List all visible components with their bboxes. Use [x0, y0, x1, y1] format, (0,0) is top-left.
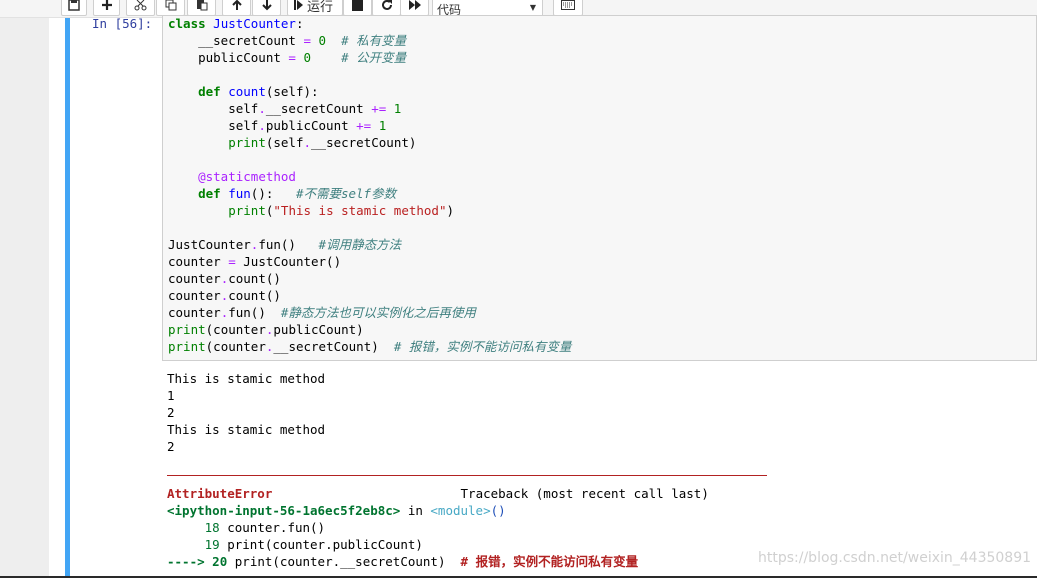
code-line: def count(self):	[198, 84, 319, 99]
traceback-line-code: counter.fun()	[227, 520, 326, 535]
traceback-input-ref: <ipython-input-56-1a6ec5f2eb8c>	[167, 503, 401, 518]
code-line: print(counter.publicCount)	[168, 322, 364, 337]
paste-button[interactable]	[187, 0, 216, 16]
move-up-icon	[231, 0, 242, 10]
code-line: @staticmethod	[198, 169, 296, 184]
interrupt-button[interactable]	[343, 0, 372, 16]
selected-cell-indicator	[65, 18, 70, 578]
stdout-line: This is stamic method	[167, 371, 326, 386]
code-line: __secretCount = 0 # 私有变量	[168, 33, 407, 48]
paste-icon	[196, 0, 207, 11]
traceback-module: <module>	[430, 503, 491, 518]
run-label: 运行	[307, 0, 334, 15]
save-icon	[68, 0, 80, 11]
stop-icon	[352, 0, 363, 11]
code-line: self.publicCount += 1	[168, 118, 387, 133]
run-button[interactable]: 运行	[287, 0, 343, 16]
traceback-line-number: 19	[204, 537, 220, 552]
watermark: https://blog.csdn.net/weixin_44350891	[758, 550, 1032, 566]
code-line: print(self.__secretCount)	[228, 135, 417, 150]
save-button[interactable]	[61, 0, 87, 16]
traceback-line-code: print(counter.publicCount)	[227, 537, 423, 552]
copy-icon	[165, 0, 176, 11]
restart-button[interactable]	[372, 0, 401, 16]
copy-button[interactable]	[156, 0, 185, 16]
traceback-header: Traceback (most recent call last)	[460, 486, 709, 501]
traceback-line-number: 18	[204, 520, 220, 535]
code-line: JustCounter.fun() #调用静态方法	[168, 237, 402, 252]
stdout-line: 2	[167, 439, 175, 454]
insert-cell-button[interactable]	[93, 0, 120, 16]
traceback-in: in	[400, 503, 431, 518]
cut-icon	[134, 0, 147, 11]
code-line: self.__secretCount += 1	[168, 101, 402, 116]
stdout-line: 1	[167, 388, 175, 403]
keyboard-icon	[561, 0, 575, 10]
chevron-down-icon: ▼	[529, 3, 536, 12]
traceback: AttributeError Traceback (most recent ca…	[167, 485, 709, 570]
code-editor[interactable]: class JustCounter: __secretCount = 0 # 私…	[168, 15, 571, 355]
move-up-button[interactable]	[222, 0, 251, 16]
run-icon	[294, 0, 303, 10]
code-line: counter.count()	[168, 271, 281, 286]
add-icon	[101, 0, 112, 10]
code-line: def fun(): #不需要self参数	[198, 186, 397, 201]
code-line: counter = JustCounter()	[168, 254, 342, 269]
move-down-icon	[261, 0, 272, 11]
code-line: print(counter.__secretCount) # 报错，实例不能访问…	[168, 339, 572, 354]
traceback-line-number: 20	[212, 554, 228, 569]
fast-forward-icon	[408, 0, 421, 10]
code-line: publicCount = 0 # 公开变量	[168, 50, 407, 65]
cell-type-select[interactable]: 代码 ▼	[432, 0, 543, 17]
code-line: counter.count()	[168, 288, 281, 303]
error-name: AttributeError	[167, 486, 273, 501]
stdout-line: 2	[167, 405, 175, 420]
traceback-comment: # 报错，实例不能访问私有变量	[460, 554, 639, 569]
traceback-divider	[167, 475, 767, 476]
traceback-parens: ()	[490, 503, 506, 518]
code-line: class JustCounter:	[168, 16, 304, 31]
traceback-arrow: ---->	[167, 554, 205, 569]
command-palette-button[interactable]	[553, 0, 583, 16]
move-down-button[interactable]	[252, 0, 281, 16]
restart-run-all-button[interactable]	[400, 0, 429, 16]
code-line: print("This is stamic method")	[228, 203, 455, 218]
stdout-line: This is stamic method	[167, 422, 326, 437]
restart-icon	[381, 0, 392, 10]
input-prompt: In [56]:	[92, 16, 153, 31]
cell-stdout: This is stamic method 1 2 This is stamic…	[167, 370, 325, 455]
code-line: counter.fun() #静态方法也可以实例化之后再使用	[168, 305, 476, 320]
traceback-line-code: print(counter.__secretCount)	[234, 554, 446, 569]
cut-button[interactable]	[126, 0, 155, 16]
